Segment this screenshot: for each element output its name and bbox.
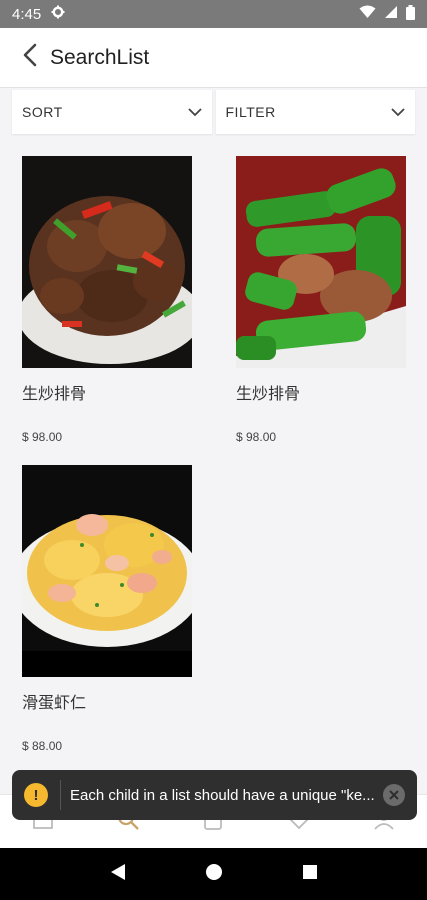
signal-icon <box>384 5 398 23</box>
system-nav-bar <box>0 848 427 900</box>
product-card[interactable]: 生炒排骨 $ 98.00 <box>22 156 192 444</box>
product-price: $ 88.00 <box>22 739 63 753</box>
status-bar: 4:45 <box>0 0 427 28</box>
chevron-down-icon <box>391 104 405 120</box>
sort-dropdown[interactable]: SORT <box>12 90 212 134</box>
product-image[interactable] <box>236 156 406 368</box>
close-icon[interactable] <box>383 784 405 806</box>
chevron-down-icon <box>187 104 202 120</box>
page-title: SearchList <box>50 45 150 69</box>
wifi-icon <box>359 5 376 23</box>
product-card[interactable]: 生炒排骨 $ 98.00 <box>236 156 406 444</box>
product-name: 生炒排骨 <box>22 386 87 403</box>
back-arrow-icon[interactable] <box>22 43 38 72</box>
settings-gear-icon <box>51 5 65 23</box>
warning-icon: ! <box>24 783 48 807</box>
product-image[interactable] <box>22 156 192 368</box>
toast-divider <box>60 780 61 810</box>
product-image[interactable] <box>22 465 192 677</box>
nav-recents-icon[interactable] <box>302 864 318 885</box>
filter-dropdown[interactable]: FILTER <box>215 90 415 134</box>
product-name: 生炒排骨 <box>236 386 301 403</box>
battery-icon <box>406 4 415 24</box>
nav-home-icon[interactable] <box>205 863 223 886</box>
product-card[interactable]: 滑蛋虾仁 $ 88.00 <box>22 465 192 753</box>
sort-filter-bar: SORT FILTER <box>12 90 415 134</box>
toast-message: Each child in a list should have a uniqu… <box>70 786 375 804</box>
product-price: $ 98.00 <box>236 430 277 444</box>
sort-label: SORT <box>22 104 63 120</box>
status-time: 4:45 <box>12 5 42 23</box>
warning-toast[interactable]: ! Each child in a list should have a uni… <box>12 770 417 820</box>
app-header: SearchList <box>0 28 427 88</box>
filter-label: FILTER <box>225 104 276 120</box>
nav-back-icon[interactable] <box>110 863 126 886</box>
product-name: 滑蛋虾仁 <box>22 695 87 712</box>
product-price: $ 98.00 <box>22 430 63 444</box>
